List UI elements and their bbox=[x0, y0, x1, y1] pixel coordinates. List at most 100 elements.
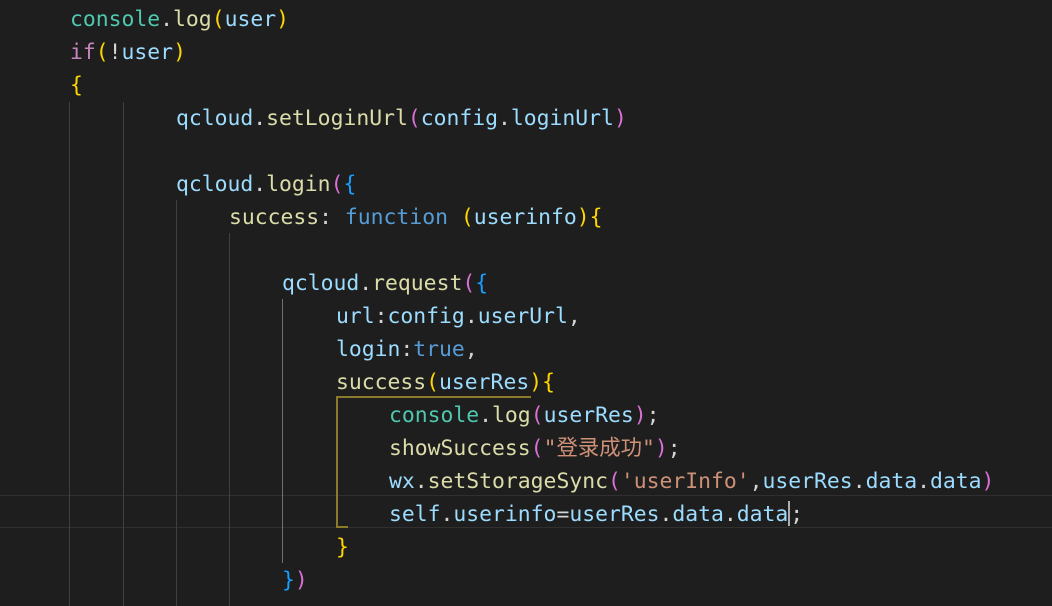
code-token: , bbox=[749, 469, 763, 494]
code-token: userinfo bbox=[473, 205, 577, 230]
code-token: success bbox=[229, 205, 320, 230]
code-token: { bbox=[70, 73, 83, 98]
code-token: qcloud bbox=[176, 172, 254, 197]
code-token: } bbox=[282, 568, 295, 593]
code-line[interactable]: qcloud.setLoginUrl(config.loginUrl) bbox=[176, 102, 627, 135]
code-token: console bbox=[70, 7, 161, 32]
code-token: , bbox=[567, 304, 581, 329]
indent-guide bbox=[229, 233, 230, 606]
code-token: qcloud bbox=[176, 106, 254, 131]
code-token: showSuccess bbox=[389, 436, 531, 461]
code-token: ( bbox=[95, 40, 109, 65]
code-line[interactable]: qcloud.login({ bbox=[176, 168, 356, 201]
indent-guide bbox=[176, 200, 177, 606]
code-token: ( bbox=[211, 7, 225, 32]
code-line[interactable]: success(userRes){ bbox=[336, 366, 555, 399]
code-token: ( bbox=[530, 403, 544, 428]
code-token: . bbox=[498, 106, 511, 131]
bracket-pair-guide bbox=[336, 526, 348, 528]
code-token: ) bbox=[633, 403, 647, 428]
code-token: setStorageSync bbox=[427, 469, 608, 494]
code-line[interactable]: success: function (userinfo){ bbox=[229, 201, 603, 234]
code-token: . bbox=[479, 403, 493, 428]
code-token: 'userInfo' bbox=[620, 469, 750, 494]
indent-guide bbox=[69, 102, 70, 606]
code-token: "登录成功" bbox=[543, 436, 655, 461]
code-token: ) bbox=[654, 436, 668, 461]
code-token: ( bbox=[407, 106, 421, 131]
code-line[interactable]: qcloud.request({ bbox=[282, 267, 488, 300]
code-token: wx bbox=[389, 469, 415, 494]
code-token: , bbox=[464, 337, 478, 362]
code-token: ) bbox=[173, 40, 186, 65]
code-token: userUrl bbox=[477, 304, 568, 329]
code-token: login bbox=[336, 337, 401, 362]
code-line[interactable]: console.log(user) bbox=[70, 3, 289, 36]
code-token: ( bbox=[530, 436, 544, 461]
code-token: user bbox=[224, 7, 277, 32]
code-line[interactable]: }) bbox=[282, 564, 308, 597]
code-token: . bbox=[440, 502, 454, 527]
code-token: log bbox=[173, 7, 212, 32]
code-token: success bbox=[336, 370, 427, 395]
code-token: qcloud bbox=[282, 271, 360, 296]
code-token: : bbox=[400, 337, 414, 362]
code-token: ; bbox=[667, 436, 681, 461]
code-token: ! bbox=[108, 40, 122, 65]
code-token: request bbox=[372, 271, 463, 296]
code-token: . bbox=[253, 106, 267, 131]
code-token: self bbox=[389, 502, 441, 527]
code-token: ) bbox=[294, 568, 308, 593]
code-token: ) bbox=[613, 106, 627, 131]
code-editor[interactable]: console.log(user) if(!user){qcloud.setLog… bbox=[0, 0, 1052, 606]
code-token: userinfo bbox=[453, 502, 557, 527]
code-token: if bbox=[70, 40, 96, 65]
code-line[interactable]: if(!user) bbox=[70, 36, 186, 69]
code-token: { bbox=[589, 205, 603, 230]
code-token: . bbox=[917, 469, 930, 494]
code-token: console bbox=[389, 403, 480, 428]
code-line[interactable]: wx.setStorageSync('userInfo',userRes.dat… bbox=[389, 465, 994, 498]
code-token: config bbox=[420, 106, 499, 131]
code-line[interactable]: { bbox=[70, 69, 83, 102]
code-token: . bbox=[659, 502, 673, 527]
code-token: ( bbox=[607, 469, 621, 494]
code-token: { bbox=[475, 271, 489, 296]
code-token: log bbox=[492, 403, 531, 428]
code-token: ) bbox=[981, 469, 995, 494]
code-line[interactable]: console.log(userRes); bbox=[389, 399, 660, 432]
code-token: data bbox=[736, 502, 789, 527]
code-token: . bbox=[723, 502, 737, 527]
code-token: ( bbox=[460, 205, 474, 230]
code-token: : bbox=[374, 304, 388, 329]
code-line[interactable]: url:config.userUrl, bbox=[336, 300, 581, 333]
code-token: ( bbox=[426, 370, 440, 395]
code-line[interactable]: login:true, bbox=[336, 333, 478, 366]
code-token: userRes bbox=[439, 370, 530, 395]
code-token: ( bbox=[330, 172, 344, 197]
code-token: { bbox=[343, 172, 357, 197]
indent-guide bbox=[123, 102, 124, 606]
code-token: : bbox=[319, 205, 345, 230]
code-token: . bbox=[414, 469, 428, 494]
code-token: . bbox=[253, 172, 267, 197]
code-token: setLoginUrl bbox=[266, 106, 408, 131]
code-token: true bbox=[413, 337, 465, 362]
code-token: ) bbox=[276, 7, 289, 32]
code-token: ) bbox=[529, 370, 543, 395]
code-token: login bbox=[266, 172, 331, 197]
code-line[interactable]: } bbox=[336, 531, 349, 564]
code-line[interactable]: showSuccess("登录成功"); bbox=[389, 432, 681, 465]
code-token: userRes bbox=[569, 502, 660, 527]
code-token: . bbox=[852, 469, 866, 494]
code-line[interactable]: self.userinfo=userRes.data.data; bbox=[389, 498, 803, 531]
code-token: function bbox=[344, 205, 448, 230]
code-token: data bbox=[929, 469, 982, 494]
code-token: . bbox=[160, 7, 174, 32]
code-token: userRes bbox=[543, 403, 634, 428]
code-token: user bbox=[121, 40, 174, 65]
code-token: ( bbox=[462, 271, 476, 296]
code-token: ) bbox=[576, 205, 590, 230]
code-token: config bbox=[387, 304, 465, 329]
